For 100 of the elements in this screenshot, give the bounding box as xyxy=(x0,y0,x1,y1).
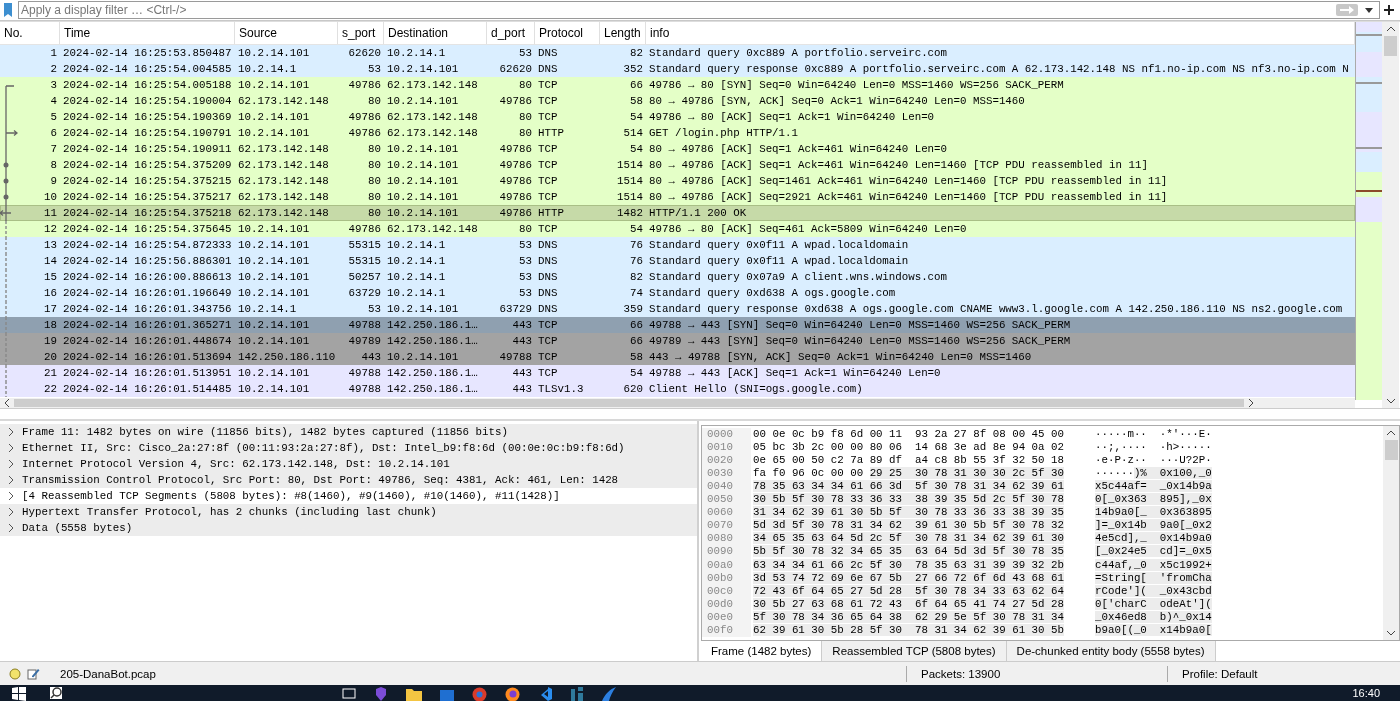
packet-no: 6 xyxy=(50,126,57,139)
packet-d-port: 443 xyxy=(512,334,532,347)
scroll-thumb[interactable] xyxy=(1384,439,1398,460)
packet-d-port: 49786 xyxy=(499,174,532,187)
task-view-icon[interactable] xyxy=(342,687,356,699)
bytes-tab[interactable]: Reassembled TCP (5808 bytes) xyxy=(822,641,1007,662)
detail-tree-item[interactable]: Hypertext Transfer Protocol, has 2 chunks (including last chunk) xyxy=(0,503,697,520)
column-header[interactable]: No. xyxy=(0,21,60,44)
packet-info: Standard query 0x0f11 A wpad.localdomain xyxy=(649,238,909,251)
packet-s-port: 80 xyxy=(368,158,381,171)
packet-length: 58 xyxy=(630,350,643,363)
profile-label[interactable]: Profile: Default xyxy=(1174,667,1258,680)
packet-no: 21 xyxy=(44,366,57,379)
scroll-thumb[interactable] xyxy=(1384,35,1397,56)
horizontal-scrollbar[interactable] xyxy=(0,397,1355,408)
packet-d-port: 80 xyxy=(519,126,532,139)
bookmark-icon[interactable] xyxy=(2,1,14,18)
expand-chevron-icon[interactable] xyxy=(7,459,15,468)
detail-tree-item[interactable]: Frame 11: 1482 bytes on wire (11856 bits), 1482 bytes captured (11856 bits) xyxy=(0,423,697,440)
ascii-text: 4e5cd],_ 0x14b9a0 xyxy=(1095,532,1212,545)
column-header[interactable]: Protocol xyxy=(535,21,600,44)
ascii-text: ······ xyxy=(1095,466,1134,479)
column-header[interactable]: d_port xyxy=(487,21,535,44)
packet-info: 49786 → 80 [SYN] Seq=0 Win=64240 Len=0 MSS=1460 WS=256 SACK_PERM xyxy=(649,78,1064,91)
edit-comment-icon[interactable] xyxy=(27,667,40,681)
packet-source: 10.2.14.101 xyxy=(238,254,310,267)
packet-s-port: 49786 xyxy=(348,126,381,139)
scroll-up-icon[interactable] xyxy=(1387,429,1395,436)
packet-protocol: TCP xyxy=(538,142,558,155)
column-header[interactable]: info xyxy=(646,21,1355,44)
expand-chevron-icon[interactable] xyxy=(7,475,15,484)
expand-chevron-icon[interactable] xyxy=(7,523,15,532)
hex-bytes: 31 34 62 39 61 30 5b 5f 30 78 33 36 33 38 39 35 xyxy=(753,506,1064,519)
dropdown-caret-icon[interactable] xyxy=(1365,7,1373,13)
expand-chevron-icon[interactable] xyxy=(7,427,15,436)
ascii-text: ·····m·· ·*'···E· xyxy=(1095,427,1212,440)
fin-app-icon[interactable] xyxy=(602,687,616,701)
folder-icon[interactable] xyxy=(406,687,422,701)
column-header[interactable]: Source xyxy=(235,21,338,44)
add-button-icon[interactable] xyxy=(1384,4,1394,15)
packet-length: 74 xyxy=(630,286,643,299)
scroll-right-icon[interactable] xyxy=(1248,398,1254,407)
scroll-down-icon[interactable] xyxy=(1387,630,1395,637)
expand-chevron-icon[interactable] xyxy=(7,491,15,500)
taskbar-clock[interactable]: 16:40 xyxy=(1352,687,1380,699)
packet-destination: 10.2.14.101 xyxy=(387,206,459,219)
ascii-text: x5c44af= _0x14b9a xyxy=(1095,479,1212,492)
packet-source: 10.2.14.101 xyxy=(238,222,310,235)
status-circle-icon[interactable] xyxy=(9,667,21,680)
packet-info: 443 → 49788 [SYN, ACK] Seq=0 Ack=1 Win=64240 Len=0 MSS=1460 xyxy=(649,350,1032,363)
packet-protocol: TCP xyxy=(538,318,558,331)
packet-protocol: TCP xyxy=(538,110,558,123)
packet-destination: 10.2.14.101 xyxy=(387,142,459,155)
packet-destination: 142.250.186.1… xyxy=(387,382,478,395)
bytes-tab[interactable]: De-chunked entity body (5558 bytes) xyxy=(1006,641,1216,662)
expand-chevron-icon[interactable] xyxy=(7,443,15,452)
column-header[interactable]: Time xyxy=(60,21,235,44)
packet-time: 2024-02-14 16:26:01.513694 xyxy=(63,350,232,363)
packet-protocol: TCP xyxy=(538,350,558,363)
column-header[interactable]: Destination xyxy=(384,21,487,44)
byte-offset: 0070 xyxy=(702,519,751,533)
packet-info: Standard query 0x0f11 A wpad.localdomain xyxy=(649,254,909,267)
scroll-up-icon[interactable] xyxy=(1386,25,1395,32)
column-header[interactable]: Length xyxy=(600,21,646,44)
display-filter-field[interactable]: Apply a display filter … <Ctrl-/> xyxy=(18,0,1380,19)
app-shield-icon[interactable] xyxy=(374,687,388,701)
packet-protocol: DNS xyxy=(538,62,558,75)
detail-tree-item[interactable]: [4 Reassembled TCP Segments (5808 bytes): #8(1460), #9(1460), #10(1460), #11(1428)] xyxy=(0,487,697,504)
packet-no: 8 xyxy=(50,158,57,171)
packet-d-port: 49786 xyxy=(499,158,532,171)
packet-time: 2024-02-14 16:25:54.375209 xyxy=(63,158,232,171)
column-header[interactable]: s_port xyxy=(338,21,384,44)
hex-bytes: 30 5b 5f 30 78 33 36 33 38 39 35 5d 2c 5f 30 78 xyxy=(753,493,1064,506)
packet-length: 66 xyxy=(630,318,643,331)
vertical-scrollbar[interactable] xyxy=(1382,21,1399,408)
hex-bytes: 5f 30 78 34 36 65 64 38 62 29 5e 5f 30 78 31 34 xyxy=(753,610,1064,623)
scroll-down-icon[interactable] xyxy=(1386,397,1395,404)
vertical-scrollbar[interactable] xyxy=(1383,425,1399,641)
packet-info: 49786 → 80 [ACK] Seq=461 Ack=5809 Win=64240 Len=0 xyxy=(649,222,967,235)
packet-s-port: 80 xyxy=(368,174,381,187)
scroll-left-icon[interactable] xyxy=(4,398,10,407)
packet-no: 1 xyxy=(50,46,57,59)
packet-time: 2024-02-14 16:25:54.375215 xyxy=(63,174,232,187)
packet-time: 2024-02-14 16:25:54.190911 xyxy=(63,142,232,155)
packet-info: 80 → 49786 [ACK] Seq=1 Ack=461 Win=64240 Len=1460 [TCP PDU reassembled in 11] xyxy=(649,158,1148,171)
packet-time: 2024-02-14 16:26:01.513951 xyxy=(63,366,232,379)
ascii-text: rCode']( _0x43cbd xyxy=(1095,584,1212,597)
search-icon[interactable] xyxy=(50,687,62,699)
packet-source: 10.2.14.101 xyxy=(238,334,310,347)
start-icon[interactable] xyxy=(12,687,26,701)
scroll-thumb[interactable] xyxy=(14,398,1244,407)
packet-time: 2024-02-14 16:26:00.886613 xyxy=(63,270,232,283)
expand-chevron-icon[interactable] xyxy=(7,507,15,516)
packet-no: 2 xyxy=(50,62,57,75)
packet-source: 62.173.142.148 xyxy=(238,94,329,107)
packet-time: 2024-02-14 16:25:54.190791 xyxy=(63,126,232,139)
packet-length: 82 xyxy=(630,46,643,59)
packet-source: 62.173.142.148 xyxy=(238,142,329,155)
packet-source: 10.2.14.101 xyxy=(238,126,310,139)
packet-time: 2024-02-14 16:25:54.375218 xyxy=(63,206,232,219)
